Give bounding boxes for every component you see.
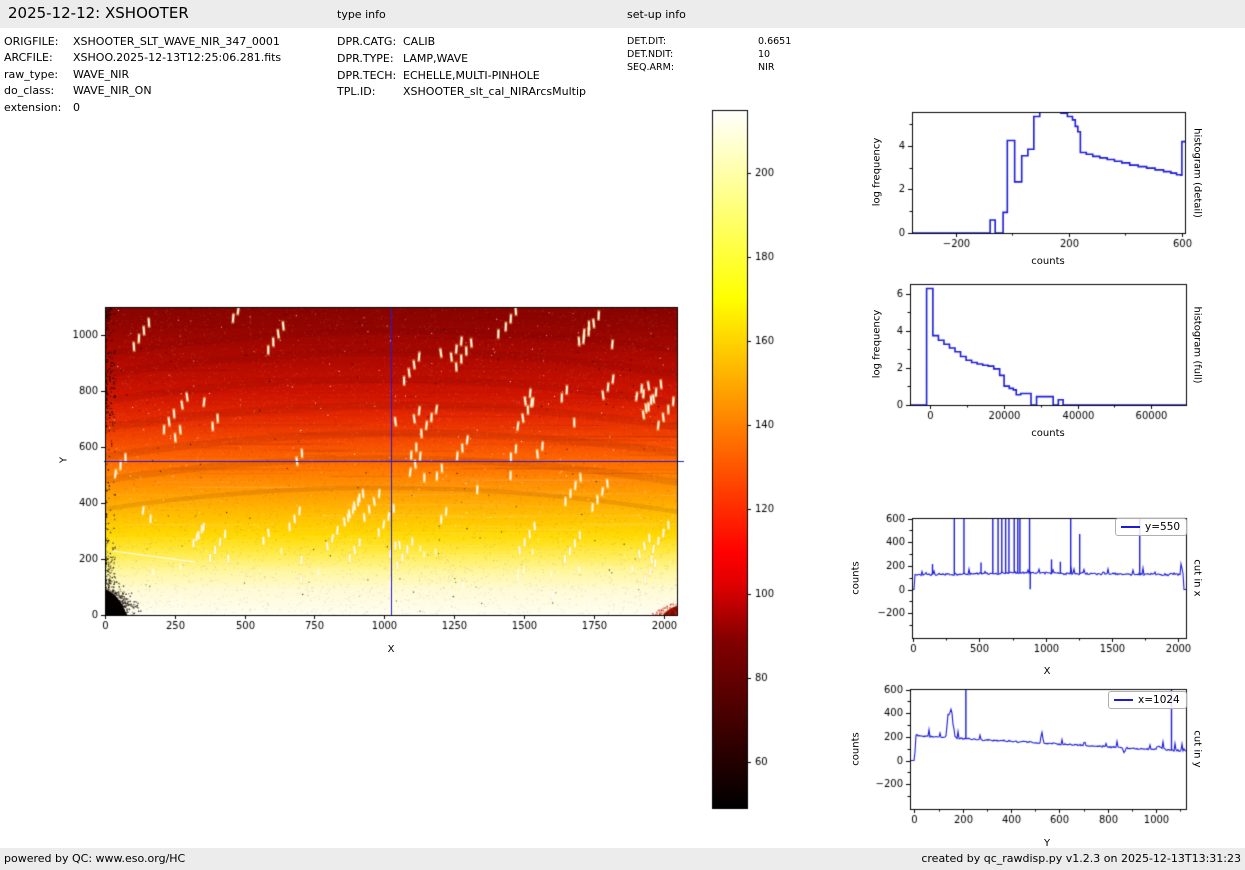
- cut-y-legend-label: x=1024: [1138, 694, 1180, 706]
- cut-y-legend: x=1024: [1108, 691, 1187, 709]
- info-row: ORIGFILE: XSHOOTER_SLT_WAVE_NIR_347_0001: [4, 34, 281, 50]
- info-label: extension:: [4, 100, 62, 114]
- info-value: 0: [73, 100, 80, 114]
- info-label: do_class:: [4, 84, 55, 98]
- info-value: 0.6651: [758, 36, 792, 47]
- type-info-heading: type info: [337, 8, 386, 21]
- info-row: TPL.ID: XSHOOTER_slt_cal_NIRArcsMultip: [337, 84, 586, 101]
- hist-detail-side-label: histogram (detail): [1191, 128, 1203, 218]
- legend-line-sample: [1121, 526, 1140, 528]
- info-value: ECHELLE,MULTI-PINHOLE: [403, 68, 540, 82]
- info-row: DPR.CATG: CALIB: [337, 34, 586, 51]
- info-label: DET.NDIT:: [627, 49, 674, 60]
- footer-left-text: powered by QC: www.eso.org/HC: [4, 852, 186, 865]
- info-label: DPR.CATG:: [337, 35, 397, 48]
- footer-bar: powered by QC: www.eso.org/HC created by…: [0, 848, 1245, 870]
- hist-detail-x-axis-label: counts: [1031, 256, 1065, 267]
- info-label: DPR.TECH:: [337, 68, 397, 82]
- info-value: LAMP,WAVE: [403, 51, 469, 65]
- cut-x-x-axis-label: X: [1043, 666, 1051, 677]
- type-info-block: DPR.CATG: CALIB DPR.TYPE: LAMP,WAVE DPR.TECH…: [337, 34, 586, 101]
- legend-line-sample: [1114, 699, 1133, 701]
- info-row: raw_type: WAVE_NIR: [4, 67, 281, 83]
- info-row: DPR.TYPE: LAMP,WAVE: [337, 51, 586, 68]
- footer-right-text: created by qc_rawdisp.py v1.2.3 on 2025-…: [921, 852, 1241, 865]
- info-row: SEQ.ARM: NIR: [627, 61, 791, 74]
- hist-full-side-label: histogram (full): [1191, 306, 1203, 384]
- hist-detail-y-axis-label: log frequency: [871, 137, 883, 207]
- info-value: XSHOOTER_slt_cal_NIRArcsMultip: [403, 85, 586, 99]
- hist-full-x-axis-label: counts: [1031, 428, 1065, 439]
- cut-y-side-label: cut in y: [1191, 730, 1203, 768]
- info-value: NIR: [758, 62, 775, 73]
- cut-x-legend: y=550: [1115, 518, 1188, 536]
- info-row: ARCFILE: XSHOO.2025-12-13T12:25:06.281.fi…: [4, 50, 281, 66]
- info-value: XSHOO.2025-12-13T12:25:06.281.fits: [73, 51, 282, 65]
- info-value: 10: [758, 49, 771, 60]
- info-row: extension: 0: [4, 100, 281, 116]
- main-y-axis-label: Y: [58, 456, 70, 464]
- info-row: do_class: WAVE_NIR_ON: [4, 83, 281, 99]
- info-value: XSHOOTER_SLT_WAVE_NIR_347_0001: [73, 35, 280, 48]
- info-row: DET.NDIT: 10: [627, 48, 791, 61]
- info-value: WAVE_NIR_ON: [73, 84, 152, 98]
- info-label: ARCFILE:: [4, 51, 53, 65]
- info-label: raw_type:: [4, 67, 59, 81]
- info-value: CALIB: [403, 35, 436, 48]
- cut-y-y-axis-label: counts: [850, 732, 862, 766]
- cut-x-side-label: cut in x: [1191, 559, 1203, 597]
- info-label: SEQ.ARM:: [627, 62, 675, 73]
- cut-x-y-axis-label: counts: [850, 561, 862, 595]
- info-label: ORIGFILE:: [4, 35, 59, 48]
- file-info-block: ORIGFILE: XSHOOTER_SLT_WAVE_NIR_347_0001 A…: [4, 34, 281, 116]
- info-row: DET.DIT: 0.6651: [627, 35, 791, 48]
- info-label: TPL.ID:: [337, 85, 376, 99]
- cut-x-legend-label: y=550: [1145, 521, 1181, 533]
- info-row: DPR.TECH: ECHELLE,MULTI-PINHOLE: [337, 68, 586, 85]
- setup-info-block: DET.DIT: 0.6651 DET.NDIT: 10 SEQ.ARM: NIR: [627, 35, 791, 74]
- main-x-axis-label: X: [387, 644, 395, 655]
- info-label: DPR.TYPE:: [337, 51, 394, 65]
- page-title: 2025-12-12: XSHOOTER: [8, 4, 189, 22]
- setup-info-heading: set-up info: [627, 8, 686, 21]
- info-label: DET.DIT:: [627, 36, 667, 47]
- qc-report-page: 2025-12-12: XSHOOTER type info set-up in…: [0, 0, 1245, 870]
- info-value: WAVE_NIR: [73, 67, 130, 81]
- hist-full-y-axis-label: log frequency: [871, 309, 883, 379]
